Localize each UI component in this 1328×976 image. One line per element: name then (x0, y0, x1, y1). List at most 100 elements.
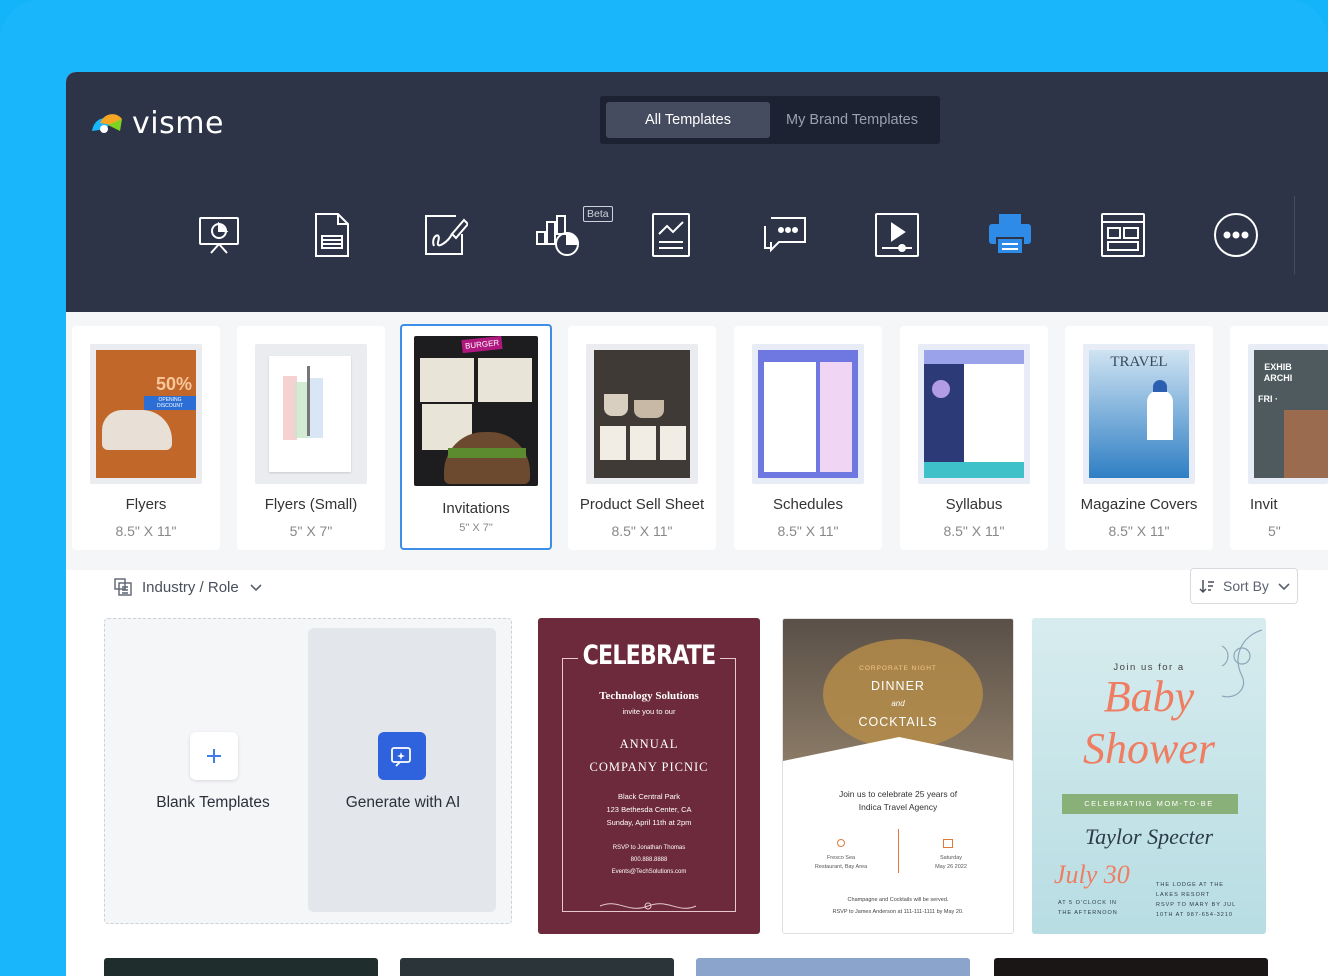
generate-ai-label: Generate with AI (345, 794, 461, 811)
flyers-thumbnail: 50% OPENING DISCOUNT (90, 344, 202, 484)
filter-label: Industry / Role (142, 578, 239, 596)
category-size: 8.5" X 11" (1108, 523, 1170, 539)
category-name: Magazine Covers (1080, 496, 1198, 513)
category-name: Flyers (Small) (264, 496, 358, 513)
category-size: 8.5" X 11" (943, 523, 1005, 539)
category-product-sell-sheet[interactable]: Product Sell Sheet 8.5" X 11" (568, 326, 716, 550)
baby-title1: Baby (1103, 672, 1195, 721)
baby-rsvp2: 10TH AT 987-654-3210 (1156, 912, 1233, 918)
logo-text: visme (132, 106, 224, 141)
template-celebrate[interactable]: CELEBRATE Technology Solutions invite yo… (538, 618, 760, 934)
template-row2-3[interactable] (696, 958, 970, 976)
tab-all-templates[interactable]: All Templates (606, 102, 770, 138)
dinner-date: May 26 2022 (935, 864, 967, 870)
category-size: 8.5" X 11" (777, 523, 839, 539)
dinner-line1: DINNER (871, 679, 925, 693)
category-invitations-partial[interactable]: EXHIB ARCHI FRI · Invit 5" (1230, 326, 1328, 550)
category-size: 8.5" X 11" (115, 523, 177, 539)
template-tabs: All Templates My Brand Templates (600, 96, 940, 144)
dinner-place2: Restaurant, Bay Area (814, 864, 868, 870)
blank-templates-label: Blank Templates (156, 794, 270, 811)
report-icon[interactable] (648, 212, 694, 258)
web-graphics-icon[interactable] (1100, 212, 1146, 258)
menu-badge-text: BURGER (461, 336, 503, 354)
baby-venue1: THE LODGE AT THE (1156, 882, 1224, 888)
schedules-thumbnail (752, 344, 864, 484)
industry-role-filter[interactable]: Industry / Role (114, 578, 263, 596)
dinner-place1: Fresco Sea (826, 855, 856, 861)
celebrate-venue: Black Central Park (617, 792, 681, 801)
celebrate-company: Technology Solutions (599, 690, 699, 702)
category-name: Invit (1250, 496, 1278, 513)
celebrate-event-line2: COMPANY PICNIC (589, 760, 709, 774)
partial-thumbnail-sub: FRI · (1258, 394, 1278, 404)
celebrate-phone: 800.888.8888 (630, 857, 668, 863)
category-size: 8.5" X 11" (611, 523, 673, 539)
product-sell-sheet-thumbnail (586, 344, 698, 484)
flyer-opening-text: OPENING DISCOUNT (144, 396, 196, 410)
category-syllabus[interactable]: Syllabus 8.5" X 11" (900, 326, 1048, 550)
baby-time2: THE AFTERNOON (1058, 910, 1118, 916)
top-bar: visme All Templates My Brand Templates B… (66, 72, 1328, 312)
sort-icon (1199, 580, 1214, 594)
tab-my-brand-templates[interactable]: My Brand Templates (770, 102, 934, 138)
generate-ai-button[interactable] (378, 732, 426, 780)
magazine-covers-thumbnail: TRAVEL (1083, 344, 1195, 484)
sort-label: Sort By (1223, 578, 1269, 594)
category-name: Syllabus (945, 496, 1003, 513)
category-name: Flyers (125, 496, 167, 513)
video-icon[interactable] (874, 212, 920, 258)
more-icon[interactable] (1213, 212, 1259, 258)
template-row2-4[interactable] (994, 958, 1268, 976)
dinner-join-line1: Join us to celebrate 25 years of (838, 789, 958, 799)
presentation-icon[interactable] (196, 212, 242, 258)
whiteboard-icon[interactable] (422, 212, 468, 258)
partial-thumbnail-title: EXHIB ARCHI (1263, 362, 1293, 383)
infographic-chart-icon[interactable] (535, 212, 581, 258)
category-name: Product Sell Sheet (579, 496, 705, 513)
chevron-down-icon (250, 584, 262, 592)
category-name: Schedules (772, 496, 844, 513)
visme-logo[interactable]: visme (90, 106, 224, 141)
category-schedules[interactable]: Schedules 8.5" X 11" (734, 326, 882, 550)
syllabus-thumbnail (918, 344, 1030, 484)
partial-thumbnail: EXHIB ARCHI FRI · (1248, 344, 1328, 484)
app-window: visme All Templates My Brand Templates B… (66, 72, 1328, 976)
dinner-day: Saturday (939, 855, 962, 861)
baby-name: Taylor Specter (1084, 824, 1214, 849)
sort-by-button[interactable]: Sort By (1190, 568, 1298, 604)
celebrate-email: Events@TechSolutions.com (611, 869, 687, 875)
chevron-down-icon (1278, 583, 1290, 591)
plus-icon (207, 749, 221, 763)
baby-rsvp1: RSVP TO MARY BY JUL (1156, 902, 1237, 908)
celebrate-rsvp: RSVP to Jonathan Thomas (612, 845, 686, 851)
dinner-line2: COCKTAILS (858, 715, 938, 729)
document-icon[interactable] (309, 212, 355, 258)
template-row2-2[interactable] (400, 958, 674, 976)
category-flyers[interactable]: 50% OPENING DISCOUNT Flyers 8.5" X 11" (72, 326, 220, 550)
celebrate-event-line1: ANNUAL (619, 737, 679, 751)
celebrate-invite: invite you to our (622, 707, 676, 716)
celebrate-address: 123 Bethesda Center, CA (606, 805, 692, 814)
dinner-join-line2: Indica Travel Agency (858, 802, 938, 812)
dinner-and: and (891, 699, 905, 708)
category-flyers-small[interactable]: Flyers (Small) 5" X 7" (237, 326, 385, 550)
social-media-icon[interactable] (761, 212, 807, 258)
ai-sparkle-icon (391, 747, 411, 767)
category-invitations[interactable]: BURGER Invitations 5" X 7" (400, 324, 552, 550)
magazine-title-text: TRAVEL (1110, 354, 1168, 370)
category-size: 5" X 7" (459, 522, 493, 534)
template-baby-shower[interactable]: Join us for a Baby Shower CELEBRATING MO… (1032, 618, 1266, 934)
divider (1294, 196, 1295, 274)
template-dinner[interactable]: CORPORATE NIGHT DINNER and COCKTAILS Joi… (782, 618, 1014, 934)
category-magazine-covers[interactable]: TRAVEL Magazine Covers 8.5" X 11" (1065, 326, 1213, 550)
baby-time1: AT 5 O'CLOCK IN (1058, 900, 1117, 906)
calendar-icon (943, 839, 953, 848)
baby-venue2: LAKES RESORT (1156, 892, 1211, 898)
baby-title2: Shower (1083, 724, 1215, 773)
dinner-served: Champagne and Cocktails will be served. (847, 897, 949, 903)
template-row2-1[interactable] (104, 958, 378, 976)
category-size: 5" (1268, 523, 1281, 539)
printables-icon[interactable] (987, 212, 1033, 258)
add-blank-button[interactable] (190, 732, 238, 780)
